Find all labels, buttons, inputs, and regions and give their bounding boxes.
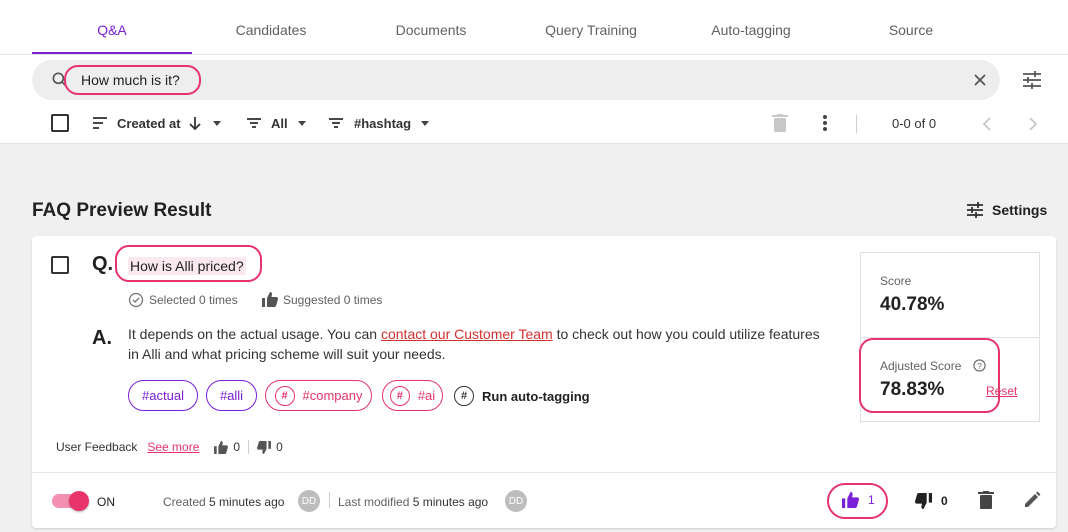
user-feedback: User Feedback See more 0 0	[56, 440, 283, 454]
tag-chip-ai[interactable]: # #ai	[382, 380, 443, 411]
tab-auto-tagging[interactable]: Auto-tagging	[671, 0, 831, 54]
question-highlight	[115, 245, 262, 282]
answer-text: It depends on the actual usage. You can …	[128, 324, 828, 364]
tag-label: #ai	[417, 388, 436, 403]
created-info: Created 5 minutes ago	[163, 495, 284, 509]
answer-text-part1: It depends on the actual usage. You can	[128, 326, 381, 342]
tab-bar: Q&A Candidates Documents Query Training …	[0, 0, 1068, 55]
tag-chip-alli[interactable]: #alli	[206, 380, 257, 411]
suggested-count-text: Suggested 0 times	[283, 292, 383, 307]
thumb-up-icon	[842, 492, 859, 508]
check-badge-icon	[128, 292, 144, 308]
run-auto-tagging-label: Run auto-tagging	[482, 388, 590, 404]
tune-icon	[967, 202, 983, 218]
user-feedback-label: User Feedback	[56, 440, 138, 454]
dislike-button[interactable]: 0	[915, 493, 948, 509]
trash-icon[interactable]	[772, 114, 788, 132]
tune-icon[interactable]	[1020, 68, 1044, 92]
search-highlight	[64, 65, 201, 95]
edit-icon[interactable]	[1023, 491, 1041, 509]
divider	[248, 440, 250, 454]
modified-label: Last modified	[338, 495, 410, 509]
filter-icon	[247, 118, 261, 128]
tab-candidates[interactable]: Candidates	[191, 0, 351, 54]
thumb-down-icon	[915, 493, 932, 509]
thumb-up-icon	[262, 292, 278, 307]
thumb-down-icon	[257, 440, 272, 454]
more-vert-icon[interactable]	[822, 114, 828, 132]
see-more-link[interactable]: See more	[147, 440, 199, 454]
tab-qa[interactable]: Q&A	[32, 0, 192, 54]
trash-icon[interactable]	[978, 491, 994, 509]
settings-button[interactable]: Settings	[966, 201, 1047, 219]
tag-label: #actual	[142, 388, 184, 403]
suggested-count: Suggested 0 times	[262, 292, 382, 307]
status-filter-dropdown[interactable]: All	[247, 113, 306, 133]
toolbar: How much is it? Created at All #hashtag …	[0, 55, 1068, 144]
close-icon[interactable]	[972, 72, 988, 88]
divider	[856, 115, 857, 133]
tab-query-training[interactable]: Query Training	[511, 0, 671, 54]
select-all-checkbox[interactable]	[51, 114, 69, 132]
faq-checkbox[interactable]	[51, 256, 69, 274]
thumb-up-icon	[214, 440, 229, 454]
tab-source[interactable]: Source	[831, 0, 991, 54]
arrow-down-icon	[188, 117, 201, 131]
feedback-up-count: 0	[233, 440, 241, 454]
hashtag-icon: #	[274, 385, 295, 406]
toggle-knob[interactable]	[69, 491, 89, 511]
tag-chip-actual[interactable]: #actual	[128, 380, 198, 411]
created-time: 5 minutes ago	[209, 495, 285, 509]
modified-info: Last modified 5 minutes ago	[338, 495, 488, 509]
tag-chip-company[interactable]: # #company	[265, 380, 372, 411]
feedback-down-count: 0	[276, 440, 283, 454]
settings-label: Settings	[992, 202, 1048, 218]
avatar: DD	[298, 490, 320, 512]
contact-link[interactable]: contact our Customer Team	[381, 326, 553, 342]
hashtag-icon: #	[389, 385, 410, 406]
faq-card: Q. How is Alli priced? Selected 0 times …	[32, 236, 1056, 528]
sort-dropdown[interactable]: Created at	[92, 113, 221, 133]
pagination-text: 0-0 of 0	[892, 116, 937, 131]
tab-documents[interactable]: Documents	[351, 0, 511, 54]
sort-icon	[93, 117, 107, 129]
chevron-left-icon[interactable]	[983, 117, 991, 131]
modified-time: 5 minutes ago	[412, 495, 489, 509]
score-label: Score	[880, 274, 912, 288]
toggle-label: ON	[97, 495, 115, 509]
search-bar[interactable]: How much is it?	[32, 60, 1000, 100]
dislike-count: 0	[941, 494, 948, 508]
status-filter-label: All	[271, 115, 288, 131]
tag-label: #alli	[219, 388, 244, 403]
selected-count: Selected 0 times	[128, 292, 238, 308]
chevron-down-icon	[421, 120, 430, 126]
divider	[329, 492, 330, 508]
created-label: Created	[163, 495, 206, 509]
like-button[interactable]: 1	[842, 492, 875, 508]
avatar: DD	[505, 490, 527, 512]
chevron-right-icon[interactable]	[1029, 117, 1037, 131]
sort-label: Created at	[117, 115, 181, 131]
filter-icon	[329, 118, 343, 128]
run-auto-tagging-button[interactable]: # Run auto-tagging	[454, 386, 590, 406]
like-count: 1	[868, 493, 875, 507]
question-prefix: Q.	[92, 253, 114, 275]
hashtag-filter-label: #hashtag	[354, 115, 412, 131]
adjusted-score-highlight	[859, 338, 1000, 413]
hashtag-filter-dropdown[interactable]: #hashtag	[329, 113, 430, 133]
score-value: 40.78%	[880, 294, 945, 315]
tag-label: #company	[302, 388, 363, 403]
chevron-down-icon	[297, 120, 306, 126]
score-panel: Score 40.78% Adjusted Score ? 78.83% Res…	[859, 252, 1040, 422]
selected-count-text: Selected 0 times	[149, 293, 238, 307]
section-title: FAQ Preview Result	[32, 200, 212, 221]
answer-prefix: A.	[92, 327, 112, 349]
card-footer: ON Created 5 minutes ago DD Last modifie…	[32, 472, 1056, 528]
hashtag-icon: #	[454, 386, 474, 406]
chevron-down-icon	[212, 120, 221, 126]
